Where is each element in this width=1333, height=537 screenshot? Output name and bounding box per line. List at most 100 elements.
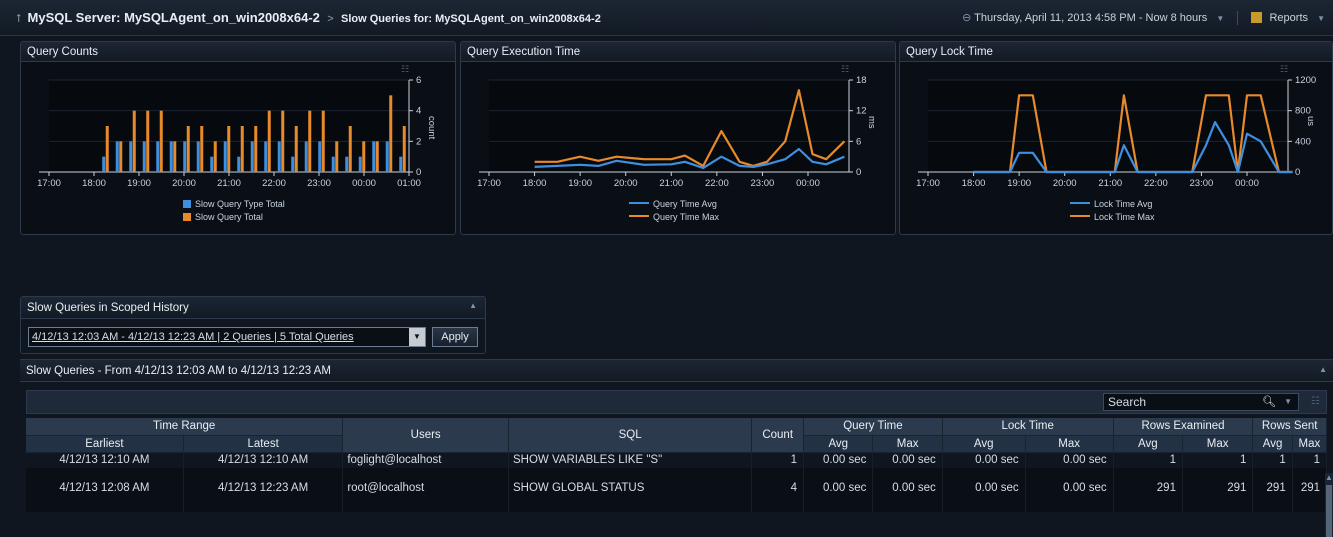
- bar-slow-query-type-total: [358, 156, 362, 172]
- y-tick-label: 6: [416, 75, 421, 86]
- legend-item: Query Time Max: [629, 212, 719, 222]
- header-qt-max[interactable]: Max: [872, 435, 943, 453]
- bar-slow-query-total: [348, 126, 352, 172]
- apply-button[interactable]: Apply: [432, 327, 478, 347]
- chevron-down-icon[interactable]: ▼: [1216, 14, 1224, 23]
- table-toolbar: Search 🔍︎ ▼ ☷: [26, 390, 1327, 414]
- table-row[interactable]: 4/12/13 12:08 AM 4/12/13 12:23 AM root@l…: [26, 468, 1328, 512]
- x-tick-label: 17:00: [916, 178, 940, 189]
- search-input[interactable]: Search 🔍︎ ▼: [1103, 393, 1299, 411]
- cell-re-max: 291: [1182, 468, 1254, 512]
- cell-rs-avg: 291: [1252, 468, 1293, 512]
- header-count[interactable]: Count: [751, 418, 805, 453]
- back-icon[interactable]: ⭡: [16, 13, 21, 25]
- chart-menu-icon: ☷: [1280, 65, 1288, 75]
- header-sql[interactable]: SQL: [508, 418, 753, 453]
- header-re-avg[interactable]: Avg: [1113, 435, 1183, 453]
- time-range-selector[interactable]: Thursday, April 11, 2013 4:58 PM - Now 8…: [974, 12, 1207, 24]
- x-tick-label: 23:00: [307, 178, 331, 189]
- x-tick-label: 19:00: [1007, 178, 1031, 189]
- cell-qt-avg: 0.00 sec: [803, 452, 874, 468]
- header-rows-sent[interactable]: Rows Sent: [1252, 418, 1327, 436]
- bar-slow-query-type-total: [385, 141, 389, 172]
- bar-slow-query-total: [159, 110, 163, 172]
- reports-icon: [1251, 12, 1263, 23]
- chart-menu-icon: ☷: [401, 65, 409, 75]
- chevron-down-icon[interactable]: ▼: [1317, 14, 1325, 23]
- scroll-up-icon[interactable]: ▲: [1325, 473, 1333, 482]
- bar-slow-query-total: [267, 110, 271, 172]
- top-right-controls: ⊖ Thursday, April 11, 2013 4:58 PM - Now…: [962, 11, 1325, 26]
- header-rs-max[interactable]: Max: [1292, 435, 1328, 453]
- collapse-icon[interactable]: ▲: [1319, 365, 1327, 374]
- bar-slow-query-type-total: [264, 141, 268, 172]
- legend-swatch: [629, 215, 649, 217]
- bar-slow-query-total: [254, 126, 258, 172]
- legend-label: Lock Time Avg: [1094, 199, 1153, 209]
- y-tick-label: 4: [416, 106, 421, 117]
- x-tick-label: 20:00: [1053, 178, 1077, 189]
- header-query-time[interactable]: Query Time: [803, 418, 943, 436]
- bar-slow-query-total: [308, 110, 312, 172]
- bar-slow-query-type-total: [345, 156, 349, 172]
- x-tick-label: 22:00: [262, 178, 286, 189]
- cell-lt-avg: 0.00 sec: [942, 468, 1026, 512]
- bar-slow-query-type-total: [142, 141, 146, 172]
- x-tick-label: 18:00: [82, 178, 106, 189]
- bar-slow-query-total: [402, 126, 406, 172]
- column-menu-icon[interactable]: ☷: [1311, 396, 1320, 407]
- collapse-icon[interactable]: ▲: [469, 301, 477, 310]
- header-users[interactable]: Users: [342, 418, 509, 453]
- bar-slow-query-total: [294, 126, 298, 172]
- legend-swatch: [183, 200, 191, 208]
- legend-label: Lock Time Max: [1094, 212, 1155, 222]
- cell-lt-max: 0.00 sec: [1025, 452, 1114, 468]
- panel-title: Query Execution Time: [461, 42, 895, 62]
- x-tick-label: 19:00: [127, 178, 151, 189]
- legend-item: Slow Query Total: [183, 212, 263, 222]
- breadcrumb-current: Slow Queries for: MySQLAgent_on_win2008x…: [341, 13, 601, 25]
- x-tick-label: 19:00: [568, 178, 592, 189]
- x-tick-label: 23:00: [1190, 178, 1214, 189]
- breadcrumb-server[interactable]: MySQL Server: MySQLAgent_on_win2008x64-2: [28, 10, 320, 25]
- header-re-max[interactable]: Max: [1182, 435, 1254, 453]
- legend-swatch: [629, 202, 649, 204]
- cell-rs-max: 1: [1292, 452, 1328, 468]
- x-tick-label: 20:00: [614, 178, 638, 189]
- chevron-down-icon[interactable]: ▼: [409, 328, 425, 346]
- bar-slow-query-total: [227, 126, 231, 172]
- scrollbar-thumb[interactable]: [1326, 485, 1332, 537]
- chevron-down-icon[interactable]: ▼: [1284, 394, 1292, 410]
- header-lt-max[interactable]: Max: [1025, 435, 1114, 453]
- bar-slow-query-type-total: [210, 156, 214, 172]
- panel-title: Slow Queries in Scoped History: [21, 297, 485, 319]
- cell-count: 1: [751, 452, 805, 468]
- bar-slow-query-total: [321, 110, 325, 172]
- breadcrumb: ⭡ MySQL Server: MySQLAgent_on_win2008x64…: [16, 10, 601, 26]
- header-time-range[interactable]: Time Range: [26, 418, 344, 436]
- table-scrollbar[interactable]: ▲: [1325, 473, 1333, 537]
- cell-sql: SHOW VARIABLES LIKE "S": [508, 452, 753, 468]
- header-lock-time[interactable]: Lock Time: [942, 418, 1114, 436]
- range-select[interactable]: 4/12/13 12:03 AM - 4/12/13 12:23 AM | 2 …: [28, 327, 426, 347]
- header-rs-avg[interactable]: Avg: [1252, 435, 1293, 453]
- y-tick-label: 18: [856, 75, 867, 86]
- bar-slow-query-total: [281, 110, 285, 172]
- x-tick-label: 18:00: [962, 178, 986, 189]
- header-rows-examined[interactable]: Rows Examined: [1113, 418, 1254, 436]
- bar-slow-query-total: [146, 110, 150, 172]
- bar-slow-query-type-total: [277, 141, 281, 172]
- x-tick-label: 00:00: [352, 178, 376, 189]
- header-earliest[interactable]: Earliest: [26, 435, 184, 453]
- table-row[interactable]: 4/12/13 12:10 AM 4/12/13 12:10 AM foglig…: [26, 452, 1328, 468]
- x-tick-label: 00:00: [796, 178, 820, 189]
- bar-slow-query-type-total: [372, 141, 376, 172]
- cell-count: 4: [751, 468, 805, 512]
- header-latest[interactable]: Latest: [183, 435, 344, 453]
- search-icon[interactable]: 🔍︎: [1262, 394, 1276, 410]
- header-qt-avg[interactable]: Avg: [803, 435, 874, 453]
- header-lt-avg[interactable]: Avg: [942, 435, 1026, 453]
- y-axis-label: us: [1305, 116, 1316, 126]
- x-tick-label: 00:00: [1235, 178, 1259, 189]
- reports-button[interactable]: Reports: [1269, 12, 1308, 24]
